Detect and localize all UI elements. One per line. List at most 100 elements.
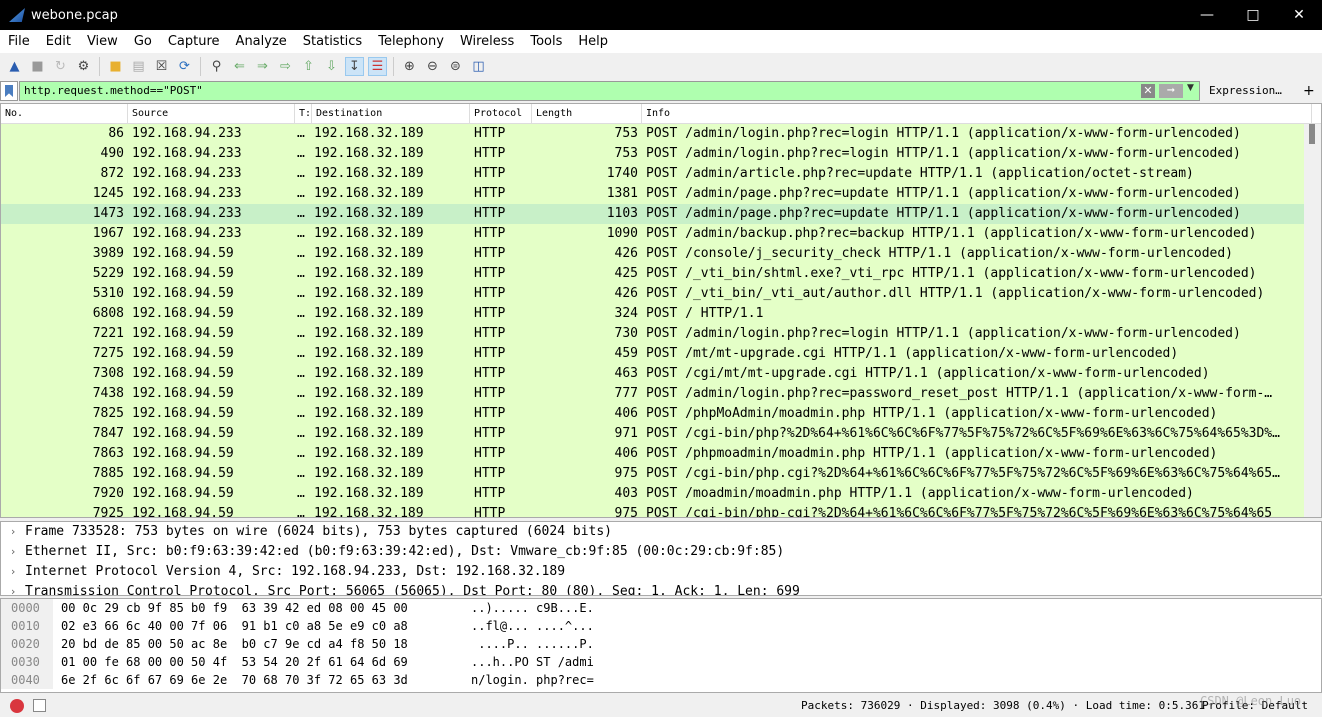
packet-row[interactable]: 7847 192.168.94.59 … 192.168.32.189 HTTP 971 P… [1,424,1321,444]
add-filter-button[interactable]: + [1303,81,1315,101]
detail-tree-item[interactable]: › Frame 733528: 753 bytes on wire (6024 b… [1,522,1321,542]
hex-row: 0020 20 bd de 85 00 50 ac 8e b0 c7 9e cd … [1,635,1321,653]
menu-view[interactable]: View [79,34,126,49]
packet-row[interactable]: 872 192.168.94.233 … 192.168.32.189 HTTP 1740… [1,164,1321,184]
autoscroll-icon[interactable]: ↧ [345,57,364,76]
packet-row[interactable]: 1245 192.168.94.233 … 192.168.32.189 HTTP 138… [1,184,1321,204]
go-to-packet-icon[interactable]: ⇨ [276,57,295,76]
cell-t: … [297,186,305,201]
packet-row[interactable]: 7308 192.168.94.59 … 192.168.32.189 HTTP 463 P… [1,364,1321,384]
packet-list-scrollbar[interactable] [1304,124,1321,517]
find-packet-icon[interactable]: ⚲ [207,57,226,76]
expand-arrow-icon[interactable]: › [1,582,25,595]
packet-row[interactable]: 7885 192.168.94.59 … 192.168.32.189 HTTP 975 P… [1,464,1321,484]
display-filter-input[interactable]: http.request.method=="POST" [19,81,1200,101]
expand-arrow-icon[interactable]: › [1,522,25,542]
hex-ascii[interactable]: n/login. php?rec= [471,671,594,689]
packet-row[interactable]: 7438 192.168.94.59 … 192.168.32.189 HTTP 777 P… [1,384,1321,404]
close-button[interactable]: ✕ [1276,0,1322,30]
cell-info: POST /admin/login.php?rec=password_reset… [646,386,1273,401]
column-header-no[interactable]: No. [1,104,128,123]
hex-ascii[interactable]: ..fl@... ....^... [471,617,594,635]
apply-filter-icon[interactable]: ➞ [1159,84,1183,98]
filter-history-dropdown-icon[interactable]: ▼ [1187,83,1194,93]
menu-help[interactable]: Help [570,34,616,49]
expression-button[interactable]: Expression… [1209,81,1282,101]
normal-size-icon[interactable]: ⊜ [446,57,465,76]
capture-options-icon[interactable]: ⚙ [74,57,93,76]
column-header-destination[interactable]: Destination [312,104,470,123]
menu-statistics[interactable]: Statistics [295,34,370,49]
packet-row[interactable]: 7825 192.168.94.59 … 192.168.32.189 HTTP 406 P… [1,404,1321,424]
column-header-length[interactable]: Length [532,104,642,123]
hex-bytes[interactable]: 02 e3 66 6c 40 00 7f 06 91 b1 c0 a8 5e e… [53,617,471,635]
hex-bytes[interactable]: 6e 2f 6c 6f 67 69 6e 2e 70 68 70 3f 72 6… [53,671,471,689]
column-header-time[interactable]: T: [295,104,312,123]
packet-row[interactable]: 6808 192.168.94.59 … 192.168.32.189 HTTP 324 P… [1,304,1321,324]
menu-tools[interactable]: Tools [522,34,570,49]
go-forward-icon[interactable]: ⇒ [253,57,272,76]
packet-row[interactable]: 7925 192.168.94.59 … 192.168.32.189 HTTP 975 P… [1,504,1321,517]
hex-offset: 0030 [1,653,53,671]
open-file-icon[interactable]: ■ [106,57,125,76]
start-capture-icon[interactable]: ▲ [5,57,24,76]
hex-bytes[interactable]: 00 0c 29 cb 9f 85 b0 f9 63 39 42 ed 08 0… [53,599,471,617]
menu-edit[interactable]: Edit [38,34,79,49]
column-header-source[interactable]: Source [128,104,295,123]
column-header-protocol[interactable]: Protocol [470,104,532,123]
zoom-in-icon[interactable]: ⊕ [400,57,419,76]
close-file-icon[interactable]: ☒ [152,57,171,76]
cell-dst: 192.168.32.189 [314,166,424,181]
packet-row[interactable]: 1967 192.168.94.233 … 192.168.32.189 HTTP 109… [1,224,1321,244]
menu-capture[interactable]: Capture [160,34,228,49]
detail-text: Ethernet II, Src: b0:f9:63:39:42:ed (b0:… [25,544,785,559]
cell-no: 86 [108,126,124,141]
clear-filter-icon[interactable]: ✕ [1141,84,1155,98]
last-packet-icon[interactable]: ⇩ [322,57,341,76]
minimize-button[interactable]: — [1184,0,1230,30]
restart-capture-icon[interactable]: ↻ [51,57,70,76]
hex-bytes[interactable]: 20 bd de 85 00 50 ac 8e b0 c7 9e cd a4 f… [53,635,471,653]
cell-dst: 192.168.32.189 [314,486,424,501]
colorize-icon[interactable]: ☰ [368,57,387,76]
resize-columns-icon[interactable]: ◫ [469,57,488,76]
reload-file-icon[interactable]: ⟳ [175,57,194,76]
menu-wireless[interactable]: Wireless [452,34,522,49]
packet-row[interactable]: 1473 192.168.94.233 … 192.168.32.189 HTTP 110… [1,204,1321,224]
save-file-icon[interactable]: ▤ [129,57,148,76]
hex-ascii[interactable]: ...h..PO ST /admi [471,653,594,671]
menu-file[interactable]: File [0,34,38,49]
maximize-button[interactable]: □ [1230,0,1276,30]
expand-arrow-icon[interactable]: › [1,542,25,562]
cell-len: 777 [614,386,638,401]
first-packet-icon[interactable]: ⇧ [299,57,318,76]
packet-row[interactable]: 5310 192.168.94.59 … 192.168.32.189 HTTP 426 P… [1,284,1321,304]
capture-comment-icon[interactable] [33,699,46,712]
menu-go[interactable]: Go [126,34,160,49]
capture-status-icon[interactable] [10,699,24,713]
packet-row[interactable]: 86 192.168.94.233 … 192.168.32.189 HTTP 753 PO… [1,124,1321,144]
column-header-info[interactable]: Info [642,104,1312,123]
packet-row[interactable]: 3989 192.168.94.59 … 192.168.32.189 HTTP 426 P… [1,244,1321,264]
packet-row[interactable]: 5229 192.168.94.59 … 192.168.32.189 HTTP 425 P… [1,264,1321,284]
menu-analyze[interactable]: Analyze [228,34,295,49]
bookmark-icon[interactable] [0,81,18,101]
zoom-out-icon[interactable]: ⊖ [423,57,442,76]
packet-row[interactable]: 7221 192.168.94.59 … 192.168.32.189 HTTP 730 P… [1,324,1321,344]
packet-row[interactable]: 7275 192.168.94.59 … 192.168.32.189 HTTP 459 P… [1,344,1321,364]
packet-row[interactable]: 7863 192.168.94.59 … 192.168.32.189 HTTP 406 P… [1,444,1321,464]
hex-ascii[interactable]: ..)..... c9B...E. [471,599,594,617]
hex-ascii[interactable]: ....P.. ......P. [471,635,594,653]
cell-len: 730 [614,326,638,341]
detail-tree-item[interactable]: › Internet Protocol Version 4, Src: 192.1… [1,562,1321,582]
menu-telephony[interactable]: Telephony [370,34,452,49]
detail-tree-item[interactable]: › Ethernet II, Src: b0:f9:63:39:42:ed (b0… [1,542,1321,562]
detail-tree-item[interactable]: › Transmission Control Protocol, Src Port… [1,582,1321,595]
stop-capture-icon[interactable]: ■ [28,57,47,76]
hex-bytes[interactable]: 01 00 fe 68 00 00 50 4f 53 54 20 2f 61 6… [53,653,471,671]
cell-src: 192.168.94.59 [132,286,234,301]
packet-row[interactable]: 7920 192.168.94.59 … 192.168.32.189 HTTP 403 P… [1,484,1321,504]
go-back-icon[interactable]: ⇐ [230,57,249,76]
expand-arrow-icon[interactable]: › [1,562,25,582]
packet-row[interactable]: 490 192.168.94.233 … 192.168.32.189 HTTP 753 P… [1,144,1321,164]
